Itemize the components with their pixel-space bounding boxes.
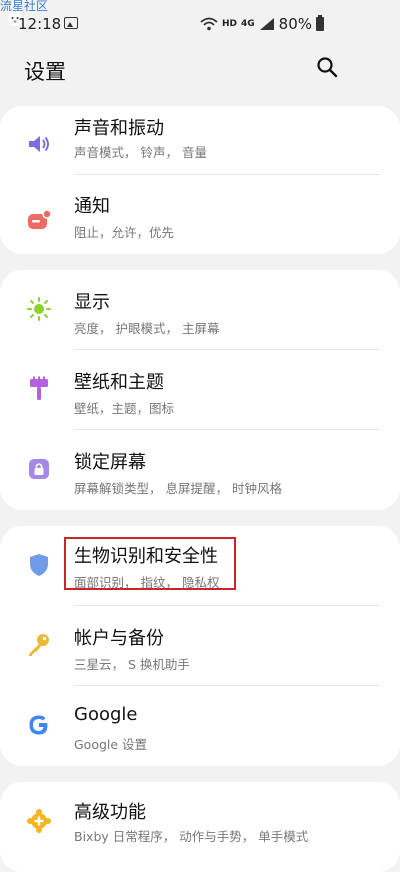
divider [74, 174, 380, 175]
wifi-icon [200, 17, 218, 31]
sun-icon [27, 297, 51, 321]
search-icon[interactable] [316, 56, 338, 78]
battery-icon [316, 15, 325, 31]
status-right: HD 4G 80% [200, 15, 325, 33]
battery-percent: 80% [278, 15, 313, 33]
notification-icon [28, 209, 52, 229]
item-subtitle: 壁纸，主题，图标 [74, 401, 175, 416]
settings-group-4: 高级功能 Bixby 日常程序， 动作与手势， 单手模式 [0, 782, 400, 872]
settings-group-2: 显示 亮度， 护眼模式， 主屏幕 壁纸和主题 壁纸，主题，图标 锁定屏幕 屏幕解… [0, 270, 400, 510]
status-bar: 12:18 HD 4G 80% [0, 10, 400, 36]
signal-icon [259, 18, 274, 30]
item-subtitle: 声音模式， 铃声， 音量 [74, 145, 207, 160]
item-subtitle: 三星云， S 换机助手 [74, 657, 190, 672]
item-subtitle: Bixby 日常程序， 动作与手势， 单手模式 [74, 829, 309, 844]
item-subtitle: 屏幕解锁类型， 息屏提醒， 时钟风格 [74, 481, 282, 496]
gallery-notification-icon [64, 17, 78, 29]
item-subtitle: 阻止，允许，优先 [74, 225, 175, 240]
settings-item-google[interactable]: Google Google 设置 [0, 686, 400, 766]
settings-item-advanced-features[interactable]: 高级功能 Bixby 日常程序， 动作与手势， 单手模式 [0, 782, 400, 862]
settings-item-display[interactable]: 显示 亮度， 护眼模式， 主屏幕 [0, 270, 400, 350]
header: 设置 [0, 50, 400, 90]
key-icon [29, 634, 49, 656]
item-title: Google [74, 704, 138, 725]
item-title: 锁定屏幕 [74, 452, 146, 473]
item-title: 通知 [74, 196, 110, 217]
page-title: 设置 [24, 60, 66, 84]
gear-plus-icon [27, 809, 51, 833]
highlight-box [64, 537, 236, 590]
google-icon [29, 715, 48, 735]
lock-icon [29, 459, 49, 479]
item-title: 帐户与备份 [74, 628, 164, 649]
item-title: 高级功能 [74, 802, 146, 823]
item-title: 壁纸和主题 [74, 372, 164, 393]
settings-group-1: 声音和振动 声音模式， 铃声， 音量 通知 阻止，允许，优先 [0, 106, 400, 254]
settings-item-notifications[interactable]: 通知 阻止，允许，优先 [0, 178, 400, 258]
network-indicator: 4G [241, 19, 255, 29]
volume-icon [29, 136, 49, 152]
item-subtitle: 亮度， 护眼模式， 主屏幕 [74, 321, 220, 336]
hd-indicator: HD [222, 19, 238, 29]
item-subtitle: Google 设置 [74, 737, 148, 752]
status-time: 12:18 [18, 15, 62, 33]
paint-brush-icon [30, 376, 48, 400]
settings-item-accounts[interactable]: 帐户与备份 三星云， S 换机助手 [0, 606, 400, 686]
item-title: 显示 [74, 292, 110, 313]
settings-item-wallpaper[interactable]: 壁纸和主题 壁纸，主题，图标 [0, 350, 400, 430]
item-title: 声音和振动 [74, 118, 164, 139]
settings-item-lock-screen[interactable]: 锁定屏幕 屏幕解锁类型， 息屏提醒， 时钟风格 [0, 430, 400, 510]
shield-icon [30, 554, 48, 576]
